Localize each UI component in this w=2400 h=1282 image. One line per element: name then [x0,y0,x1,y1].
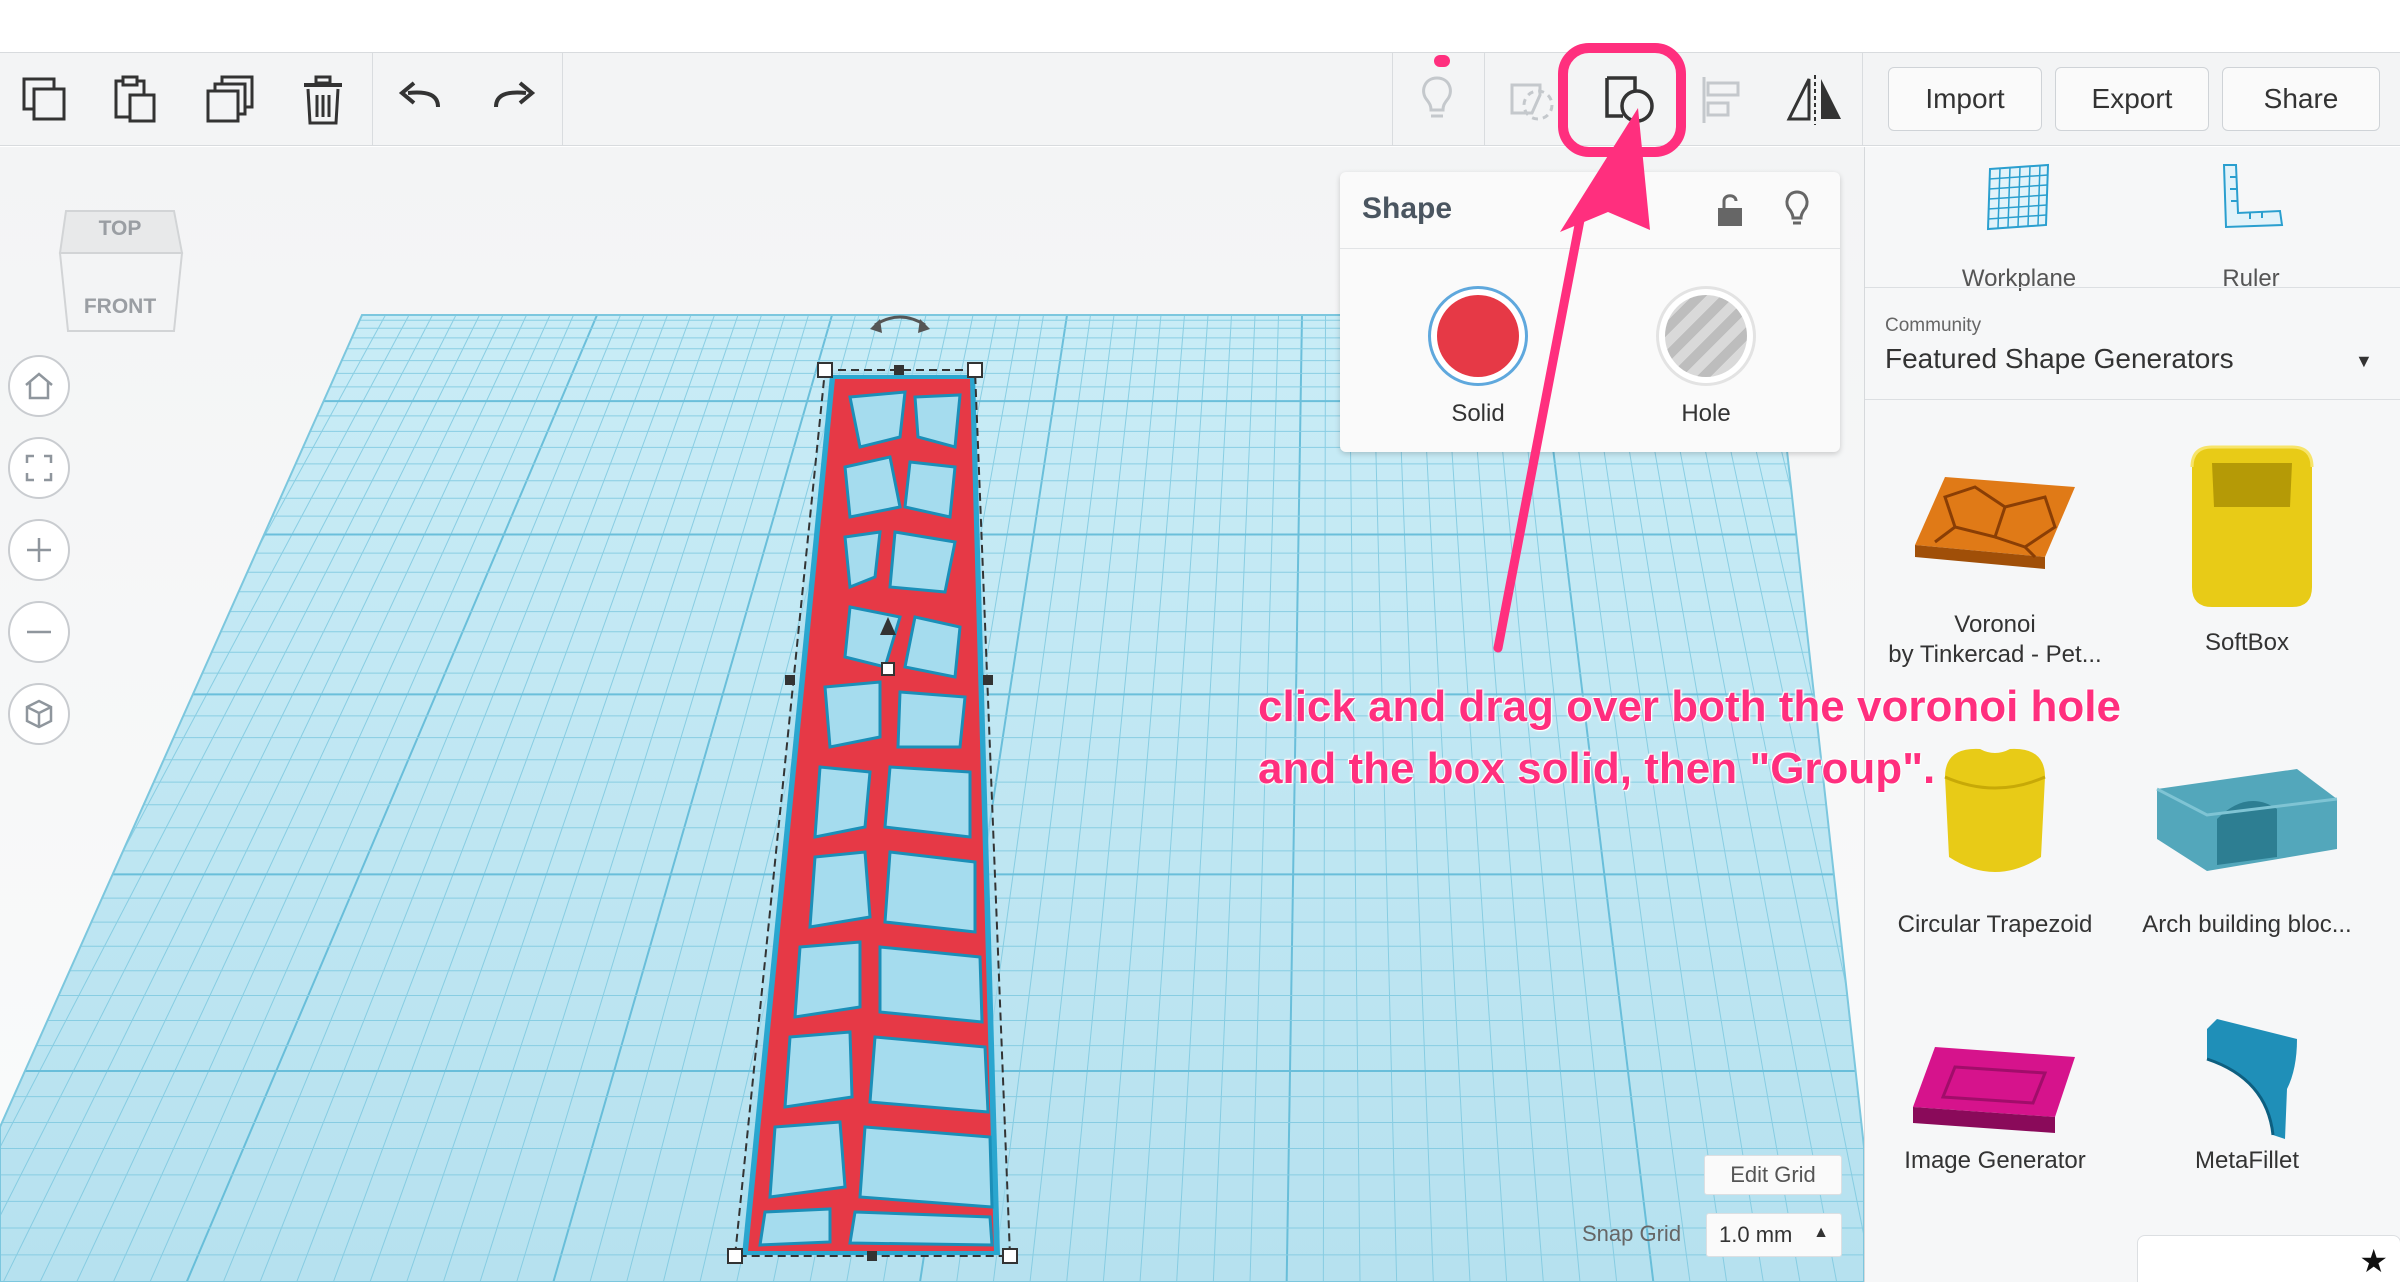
softbox-thumbnail [2190,445,2314,607]
shape-tile-softbox[interactable]: SoftBox [2127,445,2367,707]
fit-all-icon [25,454,53,482]
star-icon: ★ [2359,1243,2388,1279]
redo-icon[interactable] [480,67,546,133]
shape-tile-metafillet[interactable]: MetaFillet [2127,1017,2367,1227]
share-button[interactable]: Share [2222,67,2380,131]
perspective-button[interactable] [8,683,70,745]
shape-byline: by Tinkercad - Pet... [1888,641,2102,668]
align-icon[interactable] [1690,67,1756,133]
shape-name: MetaFillet [2194,1147,2300,1174]
library-dropdown[interactable]: Community Featured Shape Generators ▼ [1865,289,2400,399]
fit-view-button[interactable] [8,437,70,499]
toolbar-divider [1484,53,1485,145]
shape-inspector-panel: Shape Solid Hole [1340,172,1840,452]
shape-name: Voronoi [1954,611,2036,638]
tinkercad-editor: Import Export Share TOP FRONT Edit Grid … [0,0,2400,1282]
voronoi-thumbnail [1915,477,2075,569]
ungroup-icon[interactable] [1500,67,1566,133]
panel-divider [1340,248,1840,249]
zoom-out-button[interactable] [8,601,70,663]
toolbar-divider [1392,53,1393,145]
home-view-button[interactable] [8,355,70,417]
snap-grid-value: 1.0 mm [1719,1222,1793,1247]
workplane-button[interactable]: Workplane [1939,161,2099,301]
lightbulb-icon[interactable] [1780,188,1814,235]
shape-name: Circular Trapezoid [1897,911,2093,938]
solid-label: Solid [1451,400,1505,427]
toolbar-divider [372,53,373,145]
toolbar: Import Export Share [0,52,2400,146]
hole-label: Hole [1681,400,1731,427]
shape-name: Arch building bloc... [2142,911,2352,938]
view-cube-front-label[interactable]: FRONT [56,295,184,319]
duplicate-icon[interactable] [198,67,264,133]
shape-name: Image Generator [1904,1147,2086,1174]
library-title: Featured Shape Generators [1885,343,2234,374]
community-label: Community [1885,315,1982,336]
zoom-in-button[interactable] [8,519,70,581]
lightbulb-icon[interactable] [1404,67,1470,133]
trash-icon[interactable] [290,67,356,133]
toolbar-divider [1862,53,1863,145]
minus-icon [27,630,51,634]
edit-grid-button[interactable]: Edit Grid [1704,1155,1842,1195]
hole-button[interactable] [1656,286,1756,386]
mirror-icon[interactable] [1782,67,1848,133]
shape-tile-image-generator[interactable]: Image Generator [1875,1017,2115,1227]
lock-icon[interactable] [1712,190,1748,235]
shape-tile-voronoi[interactable]: Voronoi by Tinkercad - Pet... [1875,447,2115,707]
shape-panel-title: Shape [1362,192,1453,225]
annotation-line-1: click and drag over both the voronoi hol… [1258,682,2122,731]
metafillet-thumbnail [2206,1019,2297,1139]
snap-grid-select[interactable]: 1.0 mm ▲ [1706,1213,1842,1257]
view-cube[interactable]: TOP FRONT [56,191,184,341]
favorites-tab[interactable]: ★ [2137,1235,2400,1282]
import-button[interactable]: Import [1888,67,2042,131]
copy-icon[interactable] [12,67,78,133]
workplane-icon [1986,163,2050,231]
toolbar-divider [562,53,563,145]
ruler-icon [2222,164,2284,229]
panel-divider [1865,399,2400,400]
home-icon [25,372,53,400]
snap-grid-label: Snap Grid [1582,1221,1682,1246]
solid-swatch [1437,295,1519,377]
hole-swatch [1665,295,1747,377]
group-icon[interactable] [1596,67,1662,133]
panel-divider [1865,287,2400,288]
cube-icon [25,699,53,729]
undo-icon[interactable] [388,67,454,133]
notification-dot [1434,55,1450,67]
plus-icon [27,538,51,562]
arch-block-thumbnail [2156,769,2338,871]
annotation-line-2: and the box solid, then "Group". [1258,744,1936,793]
export-button[interactable]: Export [2055,67,2209,131]
view-cube-top-label[interactable]: TOP [56,217,184,241]
caret-up-icon: ▲ [1813,1224,1829,1241]
ruler-button[interactable]: Ruler [2171,161,2331,301]
paste-icon[interactable] [102,67,168,133]
shape-tile-arch-building-block[interactable]: Arch building bloc... [2127,747,2367,967]
annotation-text: click and drag over both the voronoi hol… [1258,676,2121,800]
top-strip [0,0,2400,52]
solid-button[interactable] [1428,286,1528,386]
caret-down-icon: ▼ [2355,351,2373,371]
shape-name: SoftBox [2204,629,2290,656]
image-generator-thumbnail [1913,1047,2075,1133]
